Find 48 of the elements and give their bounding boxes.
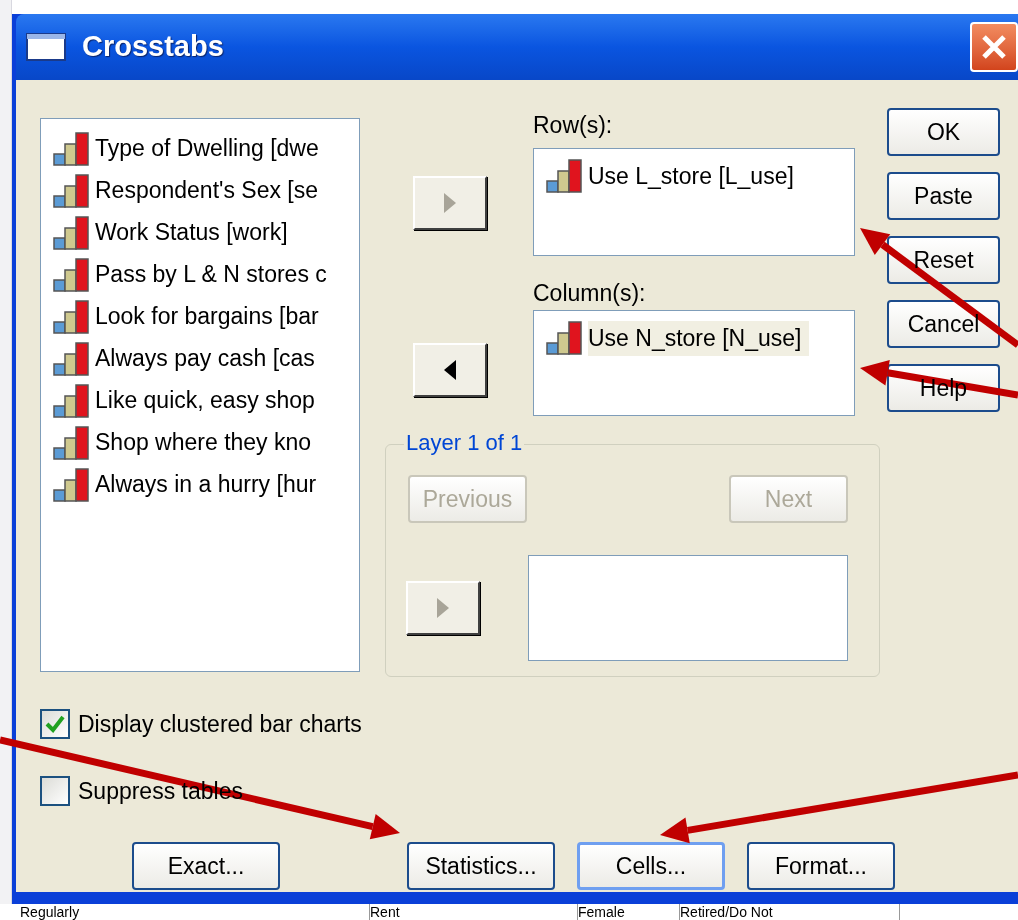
bar-chart-icon (53, 131, 91, 166)
table-cell: Female (578, 904, 680, 920)
bar-chart-icon (53, 299, 91, 334)
window-icon (26, 33, 66, 61)
move-button[interactable] (413, 343, 487, 397)
table-cell: Regularly (20, 904, 370, 920)
check-icon (45, 715, 65, 734)
bar-chart-icon (53, 425, 91, 460)
table-cell: Rent (370, 904, 578, 920)
variable-item[interactable]: Type of Dwelling [dwe (95, 131, 319, 166)
right-arrow-icon (442, 191, 458, 215)
bar-chart-icon (53, 257, 91, 292)
variable-item[interactable]: Respondent's Sex [se (95, 173, 319, 208)
variable-item[interactable]: Look for bargains [bar (95, 299, 319, 334)
variable-item[interactable]: Work Status [work] (95, 215, 288, 250)
dialog-button[interactable]: OK (887, 108, 1000, 156)
dialog-button[interactable]: Exact... (132, 842, 280, 890)
bar-chart-icon (53, 173, 91, 208)
checkbox-label: Display clustered bar charts (78, 710, 362, 739)
bar-chart-icon (546, 159, 584, 194)
bar-chart-icon (546, 321, 584, 356)
window-title: Crosstabs (82, 29, 224, 65)
left-arrow-icon (442, 358, 458, 382)
variable-item[interactable]: Use N_store [N_use] (588, 321, 810, 356)
dialog-button[interactable]: Cancel (887, 300, 1000, 348)
rows-label: Row(s): (533, 111, 614, 140)
bar-chart-icon (53, 467, 91, 502)
bar-chart-icon (53, 215, 91, 250)
dialog-button[interactable]: Format... (747, 842, 895, 890)
variable-item[interactable]: Like quick, easy shop (95, 383, 315, 418)
variable-item[interactable]: Always in a hurry [hur (95, 467, 317, 502)
checkbox[interactable] (40, 775, 70, 806)
variable-item[interactable]: Use L_store [L_use] (588, 159, 802, 194)
right-arrow-icon (435, 596, 451, 620)
dialog-button[interactable]: Reset (887, 236, 1000, 284)
table-cell: Retired/Do Not (680, 904, 900, 920)
close-icon (981, 34, 1007, 60)
variable-item[interactable]: Always pay cash [cas (95, 341, 315, 376)
columns-label: Column(s): (533, 279, 647, 308)
dialog-button[interactable]: Statistics... (407, 842, 555, 890)
checkbox[interactable] (40, 709, 70, 740)
variable-item[interactable]: Pass by L & N stores c (95, 257, 327, 292)
variable-item[interactable]: Shop where they kno (95, 425, 312, 460)
dialog-button[interactable]: Cells... (577, 842, 725, 890)
dialog-button[interactable]: Paste (887, 172, 1000, 220)
close-button[interactable] (970, 22, 1018, 72)
bar-chart-icon (53, 341, 91, 376)
bar-chart-icon (53, 383, 91, 418)
